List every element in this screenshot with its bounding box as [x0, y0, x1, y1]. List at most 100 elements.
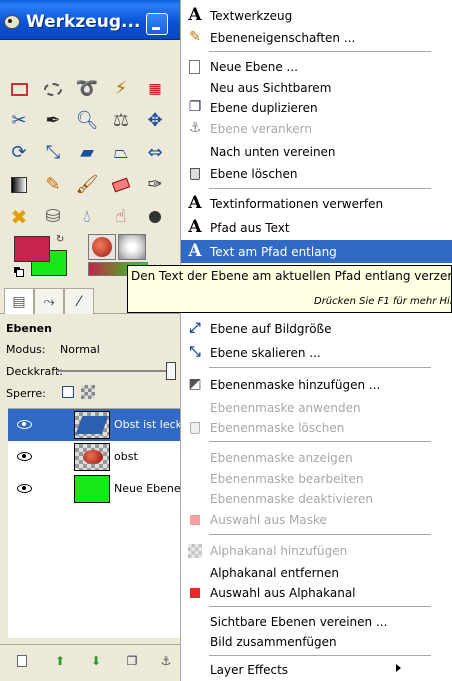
menu-item-discard-text-info[interactable]: A Textinformationen verwerfen	[181, 193, 452, 214]
lock-alpha-icon[interactable]	[81, 385, 95, 399]
layer-name[interactable]: obst	[114, 450, 184, 463]
resize-icon: ⤢	[189, 320, 201, 336]
menu-item-add-alpha-channel[interactable]: Alphakanal hinzufügen	[181, 540, 452, 561]
swap-colors-icon[interactable]: ↻	[56, 234, 64, 245]
trash-icon	[190, 422, 200, 434]
layer-context-menu: A Textwerkzeug ✎ Ebeneneigenschaften ...…	[180, 0, 452, 681]
menu-item-alpha-to-selection[interactable]: Auswahl aus Alphakanal	[181, 582, 452, 603]
layer-thumbnail	[74, 475, 110, 503]
shear-icon[interactable]: ▰	[74, 140, 100, 166]
opacity-slider-track[interactable]	[56, 370, 168, 372]
lower-layer-icon[interactable]: ⬇	[88, 653, 104, 669]
menu-item-apply-layer-mask[interactable]: Ebenenmaske anwenden	[181, 397, 452, 418]
lock-label: Sperre:	[6, 387, 46, 400]
default-colors-icon[interactable]	[13, 266, 24, 277]
menu-item-mask-to-selection[interactable]: Auswahl aus Maske	[181, 509, 452, 530]
menu-item-show-layer-mask[interactable]: Ebenenmaske anzeigen	[181, 447, 452, 468]
layer-name[interactable]: Neue Ebene	[114, 482, 184, 495]
scale-icon[interactable]: ⤡	[40, 140, 66, 166]
gimp-app-icon[interactable]	[4, 15, 20, 29]
layers-stack-icon: ▤	[12, 293, 26, 310]
menu-item-path-from-text[interactable]: A Pfad aus Text	[181, 217, 452, 238]
opacity-label: Deckkraft:	[6, 365, 63, 378]
menu-item-new-from-visible[interactable]: Neu aus Sichtbarem	[181, 77, 452, 98]
zoom-icon[interactable]: 🔍︎	[74, 108, 100, 134]
brush-preview[interactable]	[88, 234, 116, 260]
perspective-icon[interactable]: ⏢	[108, 140, 134, 166]
menu-item-text-tool[interactable]: A Textwerkzeug	[181, 5, 452, 26]
tooltip-hint: Drücken Sie F1 für mehr Hilfe	[314, 296, 452, 307]
menu-item-new-layer[interactable]: Neue Ebene ...	[181, 56, 452, 77]
visibility-eye-icon[interactable]	[16, 482, 32, 494]
tab-brushes[interactable]: ⁄	[64, 288, 94, 314]
menu-item-flatten-image[interactable]: Bild zusammenfügen	[181, 631, 452, 652]
pattern-preview[interactable]	[118, 234, 146, 260]
free-select-icon[interactable]: ➰	[74, 76, 100, 102]
menu-item-layer-properties[interactable]: ✎ Ebeneneigenschaften ...	[181, 27, 452, 48]
blend-icon[interactable]	[6, 172, 32, 198]
heal-icon[interactable]: ✖	[6, 204, 32, 230]
scale-icon: ⤡	[189, 344, 201, 360]
layer-thumbnail	[74, 443, 110, 471]
menu-item-disable-layer-mask[interactable]: Ebenenmaske deaktivieren	[181, 488, 452, 509]
color-select-icon[interactable]: ▦	[142, 76, 168, 102]
anchor-icon[interactable]: ⚓	[158, 653, 174, 669]
eraser-icon[interactable]	[108, 172, 134, 198]
visibility-eye-icon[interactable]	[16, 418, 32, 430]
menu-item-merge-down[interactable]: Nach unten vereinen	[181, 141, 452, 162]
visibility-eye-icon[interactable]	[16, 450, 32, 462]
raise-layer-icon[interactable]: ⬆	[52, 653, 68, 669]
ellipse-select-icon[interactable]	[40, 76, 66, 102]
menu-item-remove-alpha-channel[interactable]: Alphakanal entfernen	[181, 562, 452, 583]
menu-item-add-layer-mask[interactable]: ◩ Ebenenmaske hinzufügen ...	[181, 374, 452, 395]
layers-footer-toolbar: ⬆ ⬇ ❐ ⚓	[0, 644, 182, 674]
clone-icon[interactable]: ⛁	[40, 204, 66, 230]
selection-icon	[190, 515, 200, 525]
move-icon[interactable]: ✥	[142, 108, 168, 134]
menu-item-delete-layer-mask[interactable]: Ebenenmaske löschen	[181, 417, 452, 438]
duplicate-icon: ❐	[188, 99, 202, 115]
smudge-icon[interactable]: ☝	[108, 204, 134, 230]
layer-row[interactable]: Obst ist lecker	[8, 409, 184, 441]
airbrush-icon[interactable]: ✑	[142, 172, 168, 198]
menu-separator	[209, 51, 431, 52]
layer-row[interactable]: obst	[8, 441, 182, 473]
menu-item-duplicate-layer[interactable]: ❐ Ebene duplizieren	[181, 97, 452, 118]
lock-checkbox[interactable]	[62, 386, 74, 398]
menu-item-text-along-path[interactable]: A Text am Pfad entlang	[181, 240, 452, 263]
fuzzy-select-icon[interactable]: ⚡	[108, 76, 134, 102]
dodge-burn-icon[interactable]	[142, 204, 168, 230]
layer-name[interactable]: Obst ist lecker	[114, 418, 184, 431]
flip-icon[interactable]: ⇔	[142, 140, 168, 166]
blur-icon[interactable]: 💧︎	[74, 204, 100, 230]
tab-paths[interactable]: ⤳	[34, 288, 64, 314]
color-picker-icon[interactable]: ✒	[40, 108, 66, 134]
menu-item-layer-to-image-size[interactable]: ⤢ Ebene auf Bildgröße	[181, 318, 452, 339]
rect-select-icon[interactable]	[6, 76, 32, 102]
mask-icon: ◩	[188, 376, 202, 392]
measure-icon[interactable]: ⚖	[108, 108, 134, 134]
menu-item-layer-effects[interactable]: Layer Effects	[181, 659, 452, 680]
duplicate-layer-icon[interactable]: ❐	[124, 653, 140, 669]
menu-item-edit-layer-mask[interactable]: Ebenenmaske bearbeiten	[181, 468, 452, 489]
foreground-color-swatch[interactable]	[14, 236, 50, 262]
scissors-icon[interactable]: ✂	[6, 108, 32, 134]
title-bar[interactable]: Werkzeug...	[0, 0, 182, 40]
menu-item-merge-visible[interactable]: Sichtbare Ebenen vereinen ...	[181, 611, 452, 632]
new-layer-icon[interactable]	[14, 653, 30, 669]
menu-item-delete-layer[interactable]: Ebene löschen	[181, 163, 452, 184]
layer-row[interactable]: Neue Ebene	[8, 473, 182, 505]
mode-dropdown[interactable]: Normal	[60, 343, 100, 356]
pencil-icon[interactable]: ✎	[40, 172, 66, 198]
tab-layers[interactable]: ▤	[4, 288, 34, 314]
minimize-button[interactable]	[146, 13, 168, 35]
rotate-icon[interactable]: ⟳	[6, 140, 32, 166]
paintbrush-icon[interactable]: 🖌︎	[74, 172, 100, 198]
menu-item-scale-layer[interactable]: ⤡ Ebene skalieren ...	[181, 342, 452, 363]
menu-separator	[209, 188, 431, 189]
menu-item-anchor-layer[interactable]: ⚓ Ebene verankern	[181, 118, 452, 139]
layers-list: Obst ist lecker obst Neue Ebene	[8, 408, 184, 638]
trash-icon	[190, 168, 200, 180]
screen: Werkzeug... ➰ ⚡ ▦ ✂ ✒ 🔍︎ ⚖ ✥ ⟳ ⤡ ▰ ⏢ ⇔ ✎…	[0, 0, 452, 681]
opacity-slider-handle[interactable]	[166, 362, 176, 380]
